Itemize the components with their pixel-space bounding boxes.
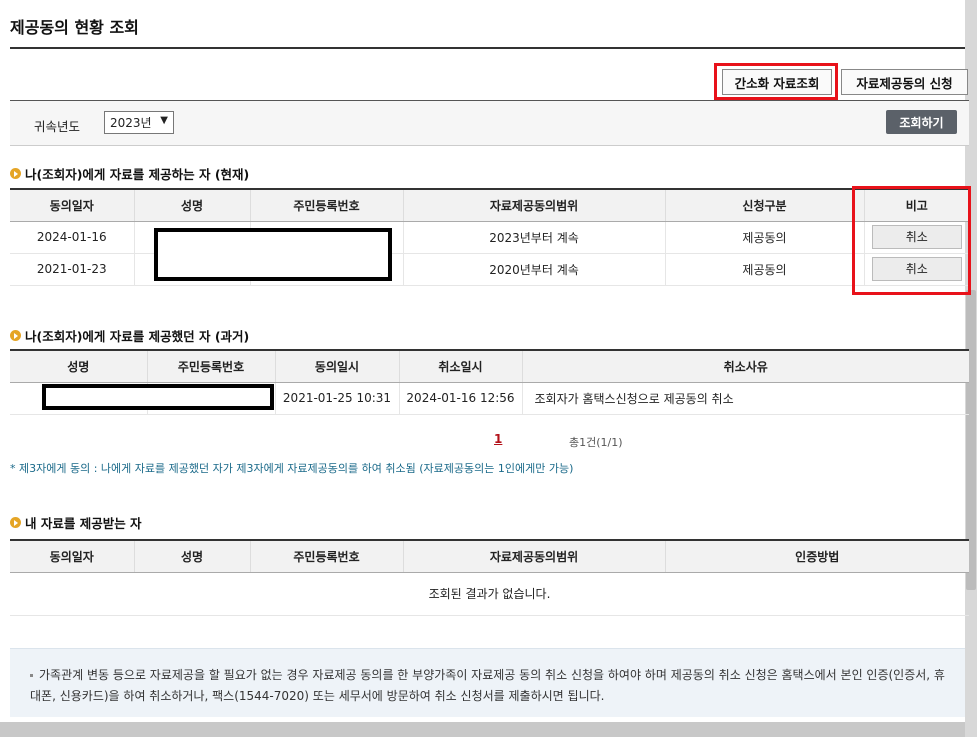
col-header-agree-time: 동의일시 [274, 350, 399, 383]
highlight-box-tab [714, 63, 838, 100]
row-scope: 2023년부터 계속 [402, 221, 665, 254]
bullet-dot-icon [30, 674, 33, 677]
title-divider [10, 47, 965, 49]
row-reason: 조회자가 홈택스신청으로 제공동의 취소 [521, 382, 969, 415]
row-agree-time: 2021-01-25 10:31 [274, 382, 399, 415]
highlight-box-remarks [852, 186, 971, 295]
col-header-reason: 취소사유 [521, 350, 969, 383]
chevron-down-icon: ▼ [160, 115, 168, 126]
row-cancel-time: 2024-01-16 12:56 [398, 382, 522, 415]
receivers-table: 동의일자 성명 주민등록번호 자료제공동의범위 인증방법 [10, 539, 969, 573]
page-title: 제공동의 현황 조회 [10, 18, 139, 37]
col-header-date: 동의일자 [10, 189, 134, 222]
section-receive-label: 내 자료를 제공받는 자 [25, 516, 142, 531]
col-header-id: 주민등록번호 [146, 350, 275, 383]
page-link-1[interactable]: 1 [494, 432, 502, 446]
year-select[interactable]: 2023년 ▼ [104, 111, 174, 134]
col-header-scope: 자료제공동의범위 [402, 540, 665, 573]
redaction-box [154, 228, 392, 281]
empty-result-message: 조회된 결과가 없습니다. [10, 572, 969, 616]
col-header-auth: 인증방법 [664, 540, 969, 573]
info-box: 가족관계 변동 등으로 자료제공을 할 필요가 없는 경우 자료제공 동의를 한… [10, 648, 965, 717]
col-header-date: 동의일자 [10, 540, 134, 573]
bullet-icon [10, 517, 21, 528]
section-current-title: 나(조회자)에게 자료를 제공하는 자 (현재) [10, 164, 249, 183]
row-date: 2024-01-16 [10, 221, 134, 254]
col-header-scope: 자료제공동의범위 [402, 189, 665, 222]
section-current-label: 나(조회자)에게 자료를 제공하는 자 (현재) [25, 167, 250, 182]
info-text: 가족관계 변동 등으로 자료제공을 할 필요가 없는 경우 자료제공 동의를 한… [30, 668, 945, 703]
col-header-cancel-time: 취소일시 [398, 350, 522, 383]
year-label: 귀속년도 [34, 119, 81, 134]
redaction-box [42, 384, 274, 410]
row-type: 제공동의 [664, 253, 864, 286]
col-header-name: 성명 [133, 189, 250, 222]
search-button[interactable]: 조회하기 [886, 110, 957, 134]
col-header-id: 주민등록번호 [249, 189, 403, 222]
section-past-label: 나(조회자)에게 자료를 제공했던 자 (과거) [25, 329, 250, 344]
section-receive-title: 내 자료를 제공받는 자 [10, 513, 142, 532]
bullet-icon [10, 330, 21, 341]
section-past-title: 나(조회자)에게 자료를 제공했던 자 (과거) [10, 326, 249, 345]
row-scope: 2020년부터 계속 [402, 253, 665, 286]
col-header-type: 신청구분 [664, 189, 864, 222]
row-date: 2021-01-23 [10, 253, 134, 286]
row-type: 제공동의 [664, 221, 864, 254]
col-header-id: 주민등록번호 [249, 540, 403, 573]
third-party-note: * 제3자에게 동의 : 나에게 자료를 제공했던 자가 제3자에게 자료제공동… [10, 462, 574, 475]
consent-request-tab[interactable]: 자료제공동의 신청 [841, 69, 968, 95]
year-select-value: 2023년 [110, 116, 152, 130]
bullet-icon [10, 168, 21, 179]
col-header-name: 성명 [10, 350, 147, 383]
page-total: 총1건(1/1) [569, 436, 623, 449]
col-header-name: 성명 [133, 540, 250, 573]
